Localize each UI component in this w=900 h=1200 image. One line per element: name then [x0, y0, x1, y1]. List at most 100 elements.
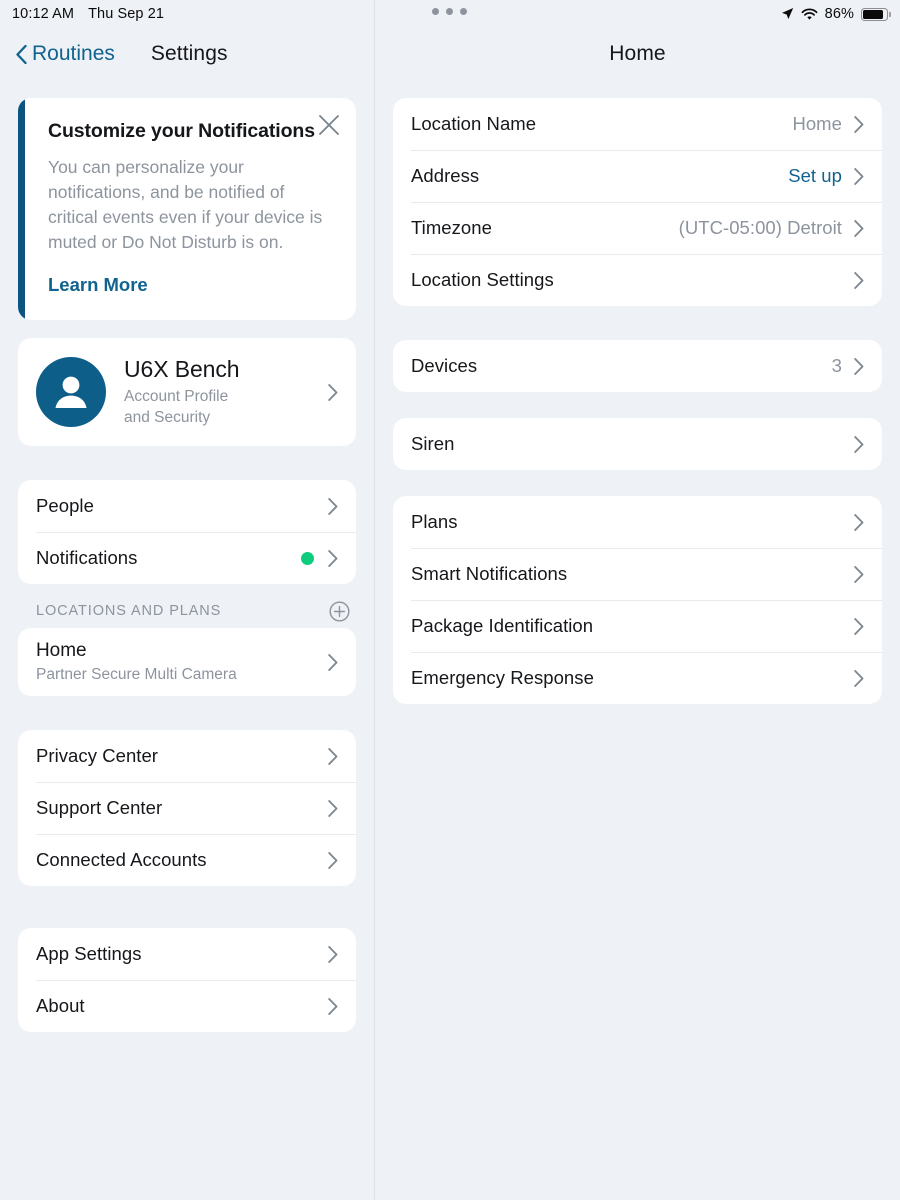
- sidebar-item-support-center[interactable]: Support Center: [18, 782, 356, 834]
- home-detail-pane: Home Location Name Home Address Set up T…: [375, 0, 900, 1200]
- detail-item-package-identification[interactable]: Package Identification: [393, 600, 882, 652]
- sidebar-item-about[interactable]: About: [18, 980, 356, 1032]
- sidebar-group-people: People Notifications: [18, 480, 356, 585]
- detail-item-label: Devices: [411, 355, 478, 376]
- profile-subtitle-line1: Account Profile: [124, 388, 229, 406]
- detail-item-value: 3: [831, 355, 842, 376]
- detail-item-timezone[interactable]: Timezone (UTC-05:00) Detroit: [393, 202, 882, 254]
- profile-subtitle: Account Profile and Security: [124, 387, 328, 428]
- detail-item-devices[interactable]: Devices 3: [393, 340, 882, 392]
- detail-item-label: Emergency Response: [411, 667, 594, 688]
- location-title: Home: [36, 640, 87, 662]
- three-dots-handle[interactable]: [432, 8, 467, 15]
- banner-title: Customize your Notifications: [48, 120, 315, 142]
- status-date: Thu Sep 21: [88, 6, 165, 22]
- sidebar-item-app-settings[interactable]: App Settings: [18, 928, 356, 980]
- detail-item-value[interactable]: Set up: [788, 165, 842, 187]
- sidebar-item-connected-accounts[interactable]: Connected Accounts: [18, 834, 356, 886]
- status-bar-right: 86%: [781, 0, 891, 28]
- detail-item-label: Siren: [411, 433, 455, 454]
- section-header-label: LOCATIONS AND PLANS: [36, 603, 222, 620]
- chevron-right-icon: [854, 565, 864, 583]
- detail-item-siren[interactable]: Siren: [393, 418, 882, 470]
- chevron-right-icon: [328, 747, 338, 765]
- wifi-icon: [801, 7, 818, 20]
- person-icon: [55, 376, 87, 409]
- detail-group-location: Location Name Home Address Set up Timezo…: [393, 98, 882, 306]
- sidebar-item-label: Support Center: [36, 797, 163, 819]
- dot: [432, 8, 439, 15]
- status-bar: 10:12 AM Thu Sep 21 86%: [0, 0, 900, 28]
- detail-item-label: Plans: [411, 511, 458, 532]
- back-label: Routines: [32, 42, 115, 65]
- avatar: [36, 357, 106, 428]
- detail-group-services: Plans Smart Notifications Package Identi…: [393, 496, 882, 704]
- chevron-right-icon: [854, 513, 864, 531]
- detail-item-label: Package Identification: [411, 615, 594, 636]
- detail-item-location-settings[interactable]: Location Settings: [393, 254, 882, 306]
- chevron-right-icon: [328, 997, 338, 1015]
- detail-item-label: Smart Notifications: [411, 563, 568, 584]
- back-to-routines-button[interactable]: Routines: [16, 42, 115, 66]
- sidebar-item-privacy-center[interactable]: Privacy Center: [18, 730, 356, 782]
- detail-title: Home: [609, 42, 666, 65]
- chevron-right-icon: [854, 357, 864, 375]
- detail-item-smart-notifications[interactable]: Smart Notifications: [393, 548, 882, 600]
- locations-section-header: LOCATIONS AND PLANS: [0, 594, 374, 628]
- sidebar-item-notifications[interactable]: Notifications: [18, 532, 356, 584]
- sidebar-item-label: About: [36, 995, 85, 1017]
- detail-item-plans[interactable]: Plans: [393, 496, 882, 548]
- chevron-right-icon: [854, 219, 864, 237]
- dot: [446, 8, 453, 15]
- detail-item-address[interactable]: Address Set up: [393, 150, 882, 202]
- chevron-right-icon: [854, 115, 864, 133]
- sidebar-group-app: App Settings About: [18, 928, 356, 1033]
- detail-item-label: Timezone: [411, 217, 492, 238]
- detail-item-location-name[interactable]: Location Name Home: [393, 98, 882, 150]
- page-title: Settings: [150, 42, 228, 65]
- banner-body: You can personalize your notifications, …: [48, 157, 323, 252]
- close-icon[interactable]: [316, 112, 342, 138]
- chevron-right-icon: [854, 435, 864, 453]
- profile-name: U6X Bench: [124, 356, 240, 383]
- profile-subtitle-line2: and Security: [124, 408, 211, 426]
- detail-item-value: Home: [792, 113, 842, 134]
- chevron-left-icon: [16, 44, 27, 64]
- learn-more-link[interactable]: Learn More: [48, 274, 148, 296]
- detail-item-value: (UTC-05:00) Detroit: [678, 217, 842, 238]
- chevron-right-icon: [328, 383, 338, 401]
- chevron-right-icon: [328, 945, 338, 963]
- battery-percent: 86%: [824, 6, 854, 22]
- profile-text: U6X Bench Account Profile and Security: [124, 356, 328, 428]
- battery-icon: [861, 7, 891, 21]
- detail-group-siren: Siren: [393, 418, 882, 470]
- sidebar-group-locations: Home Partner Secure Multi Camera: [18, 628, 356, 697]
- sidebar-item-people[interactable]: People: [18, 480, 356, 532]
- sidebar-item-label: Privacy Center: [36, 745, 159, 767]
- detail-item-label: Location Name: [411, 113, 537, 134]
- chevron-right-icon: [328, 851, 338, 869]
- plus-circle-icon[interactable]: [329, 601, 350, 622]
- sidebar-item-label: Connected Accounts: [36, 849, 207, 871]
- settings-sidebar: Routines Settings Customize your Notific…: [0, 0, 375, 1200]
- sidebar-item-label: App Settings: [36, 943, 142, 965]
- chevron-right-icon: [328, 497, 338, 515]
- ipad-settings-screen: 10:12 AM Thu Sep 21 86% Routines Setting…: [0, 0, 900, 1200]
- chevron-right-icon: [854, 271, 864, 289]
- detail-item-emergency-response[interactable]: Emergency Response: [393, 652, 882, 704]
- account-profile-card[interactable]: U6X Bench Account Profile and Security: [18, 338, 356, 447]
- notifications-promo-banner: Customize your Notifications You can per…: [18, 98, 356, 321]
- sidebar-item-home-location[interactable]: Home Partner Secure Multi Camera: [18, 628, 356, 696]
- chevron-right-icon: [328, 653, 338, 671]
- chevron-right-icon: [328, 549, 338, 567]
- location-text: Home Partner Secure Multi Camera: [36, 640, 328, 684]
- dot: [460, 8, 467, 15]
- status-time: 10:12 AM: [12, 6, 75, 22]
- banner-accent-bar: [18, 98, 25, 321]
